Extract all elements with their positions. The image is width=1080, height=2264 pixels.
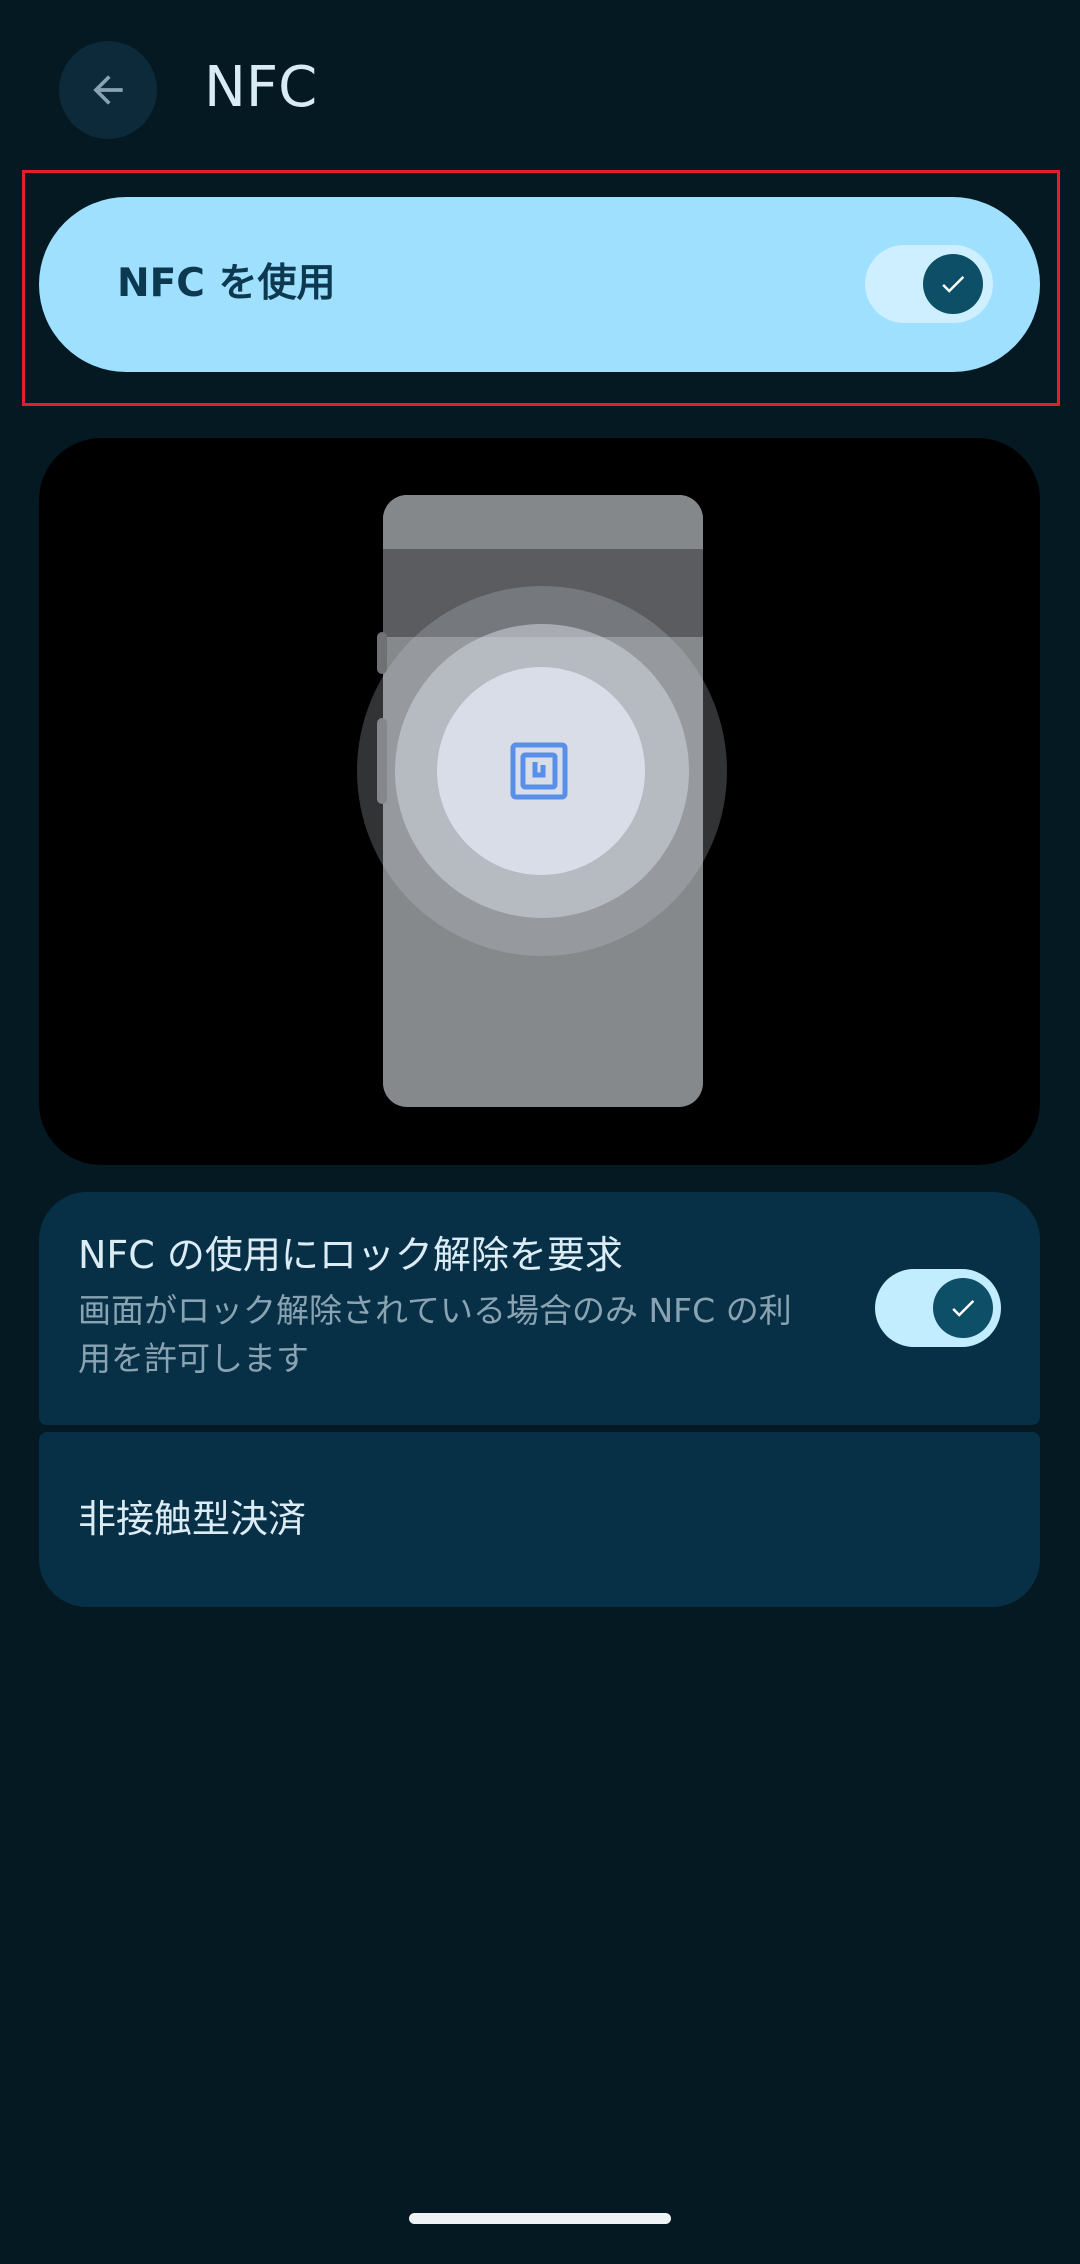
require-unlock-row[interactable]: NFC の使用にロック解除を要求 画面がロック解除されている場合のみ NFC の…: [39, 1192, 1040, 1425]
use-nfc-switch[interactable]: [865, 245, 993, 323]
gesture-nav-handle[interactable]: [409, 2213, 671, 2224]
require-unlock-title: NFC の使用にロック解除を要求: [78, 1233, 623, 1277]
use-nfc-toggle-row[interactable]: NFC を使用: [39, 197, 1040, 372]
nfc-tag-icon: [510, 742, 568, 800]
use-nfc-label: NFC を使用: [117, 261, 336, 306]
contactless-payment-row[interactable]: 非接触型決済: [39, 1432, 1040, 1607]
phone-side-button: [377, 632, 387, 674]
back-button[interactable]: [59, 41, 157, 139]
check-icon: [952, 1300, 975, 1317]
nfc-illustration: [39, 438, 1040, 1165]
require-unlock-switch[interactable]: [875, 1269, 1001, 1347]
switch-thumb: [923, 254, 983, 314]
switch-thumb: [933, 1278, 993, 1338]
contactless-payment-label: 非接触型決済: [78, 1497, 307, 1541]
arrow-back-icon: [93, 75, 123, 105]
page-title: NFC: [204, 55, 318, 120]
check-icon: [942, 276, 965, 293]
require-unlock-description: 画面がロック解除されている場合のみ NFC の利用を許可します: [78, 1291, 792, 1378]
